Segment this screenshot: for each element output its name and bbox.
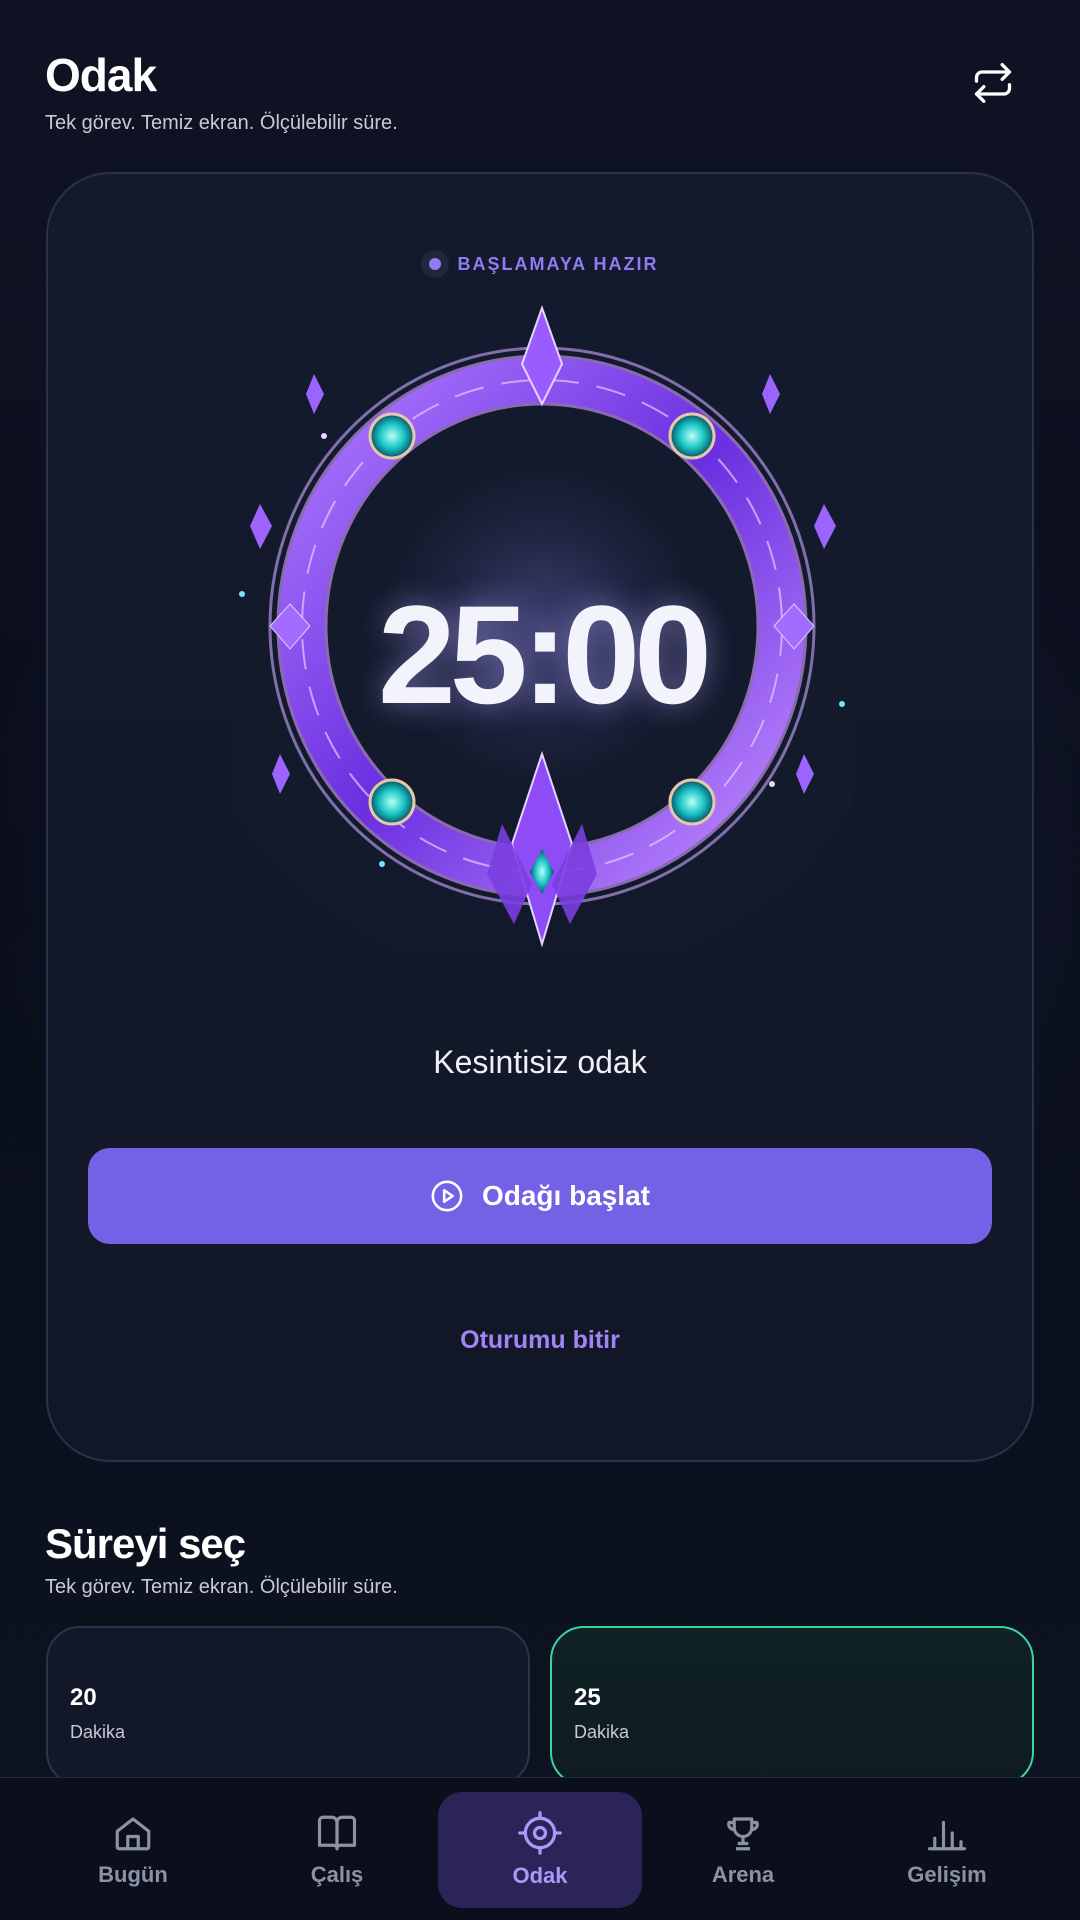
play-circle-icon [431,1180,463,1212]
status-dot-icon [421,250,450,278]
mode-label: Kesintisiz odak [433,1044,647,1080]
nav-label: Odak [512,1863,568,1888]
nav-item-gelisim[interactable]: Gelişim [872,1778,1022,1920]
timer-display: 25:00 [377,576,712,733]
bar-chart-icon [927,1820,967,1850]
status-text: BAŞLAMAYA HAZIR [457,253,659,274]
page-title: Odak [45,49,157,101]
nav-label: Arena [711,1861,775,1887]
section-subtitle: Tek görev. Temiz ekran. Ölçülebilir süre… [45,1576,398,1598]
nav-item-arena[interactable]: Arena [668,1778,818,1920]
end-session-link[interactable]: Oturumu bitir [48,1326,1032,1355]
start-focus-label: Odağı başlat [481,1180,651,1211]
nav-label: Gelişim [907,1861,987,1887]
book-icon [317,1815,357,1850]
duration-unit: Dakika [70,1722,126,1742]
home-icon [115,1816,151,1850]
duration-section: Süreyi seç Tek görev. Temiz ekran. Ölçül… [45,1520,398,1599]
duration-unit: Dakika [574,1722,630,1742]
nav-label: Bugün [98,1861,168,1887]
bottom-nav: Bugün Çalış Odak Arena Gelişim [0,1777,1080,1920]
nav-item-odak[interactable]: Odak [438,1792,642,1908]
section-title: Süreyi seç [45,1520,246,1567]
duration-option-20[interactable]: 20 Dakika [46,1626,530,1786]
status-indicator: BAŞLAMAYA HAZIR [48,250,1032,278]
duration-value: 20 [70,1684,97,1711]
crystal-ring: 25:00 [182,264,902,984]
nav-item-bugun[interactable]: Bugün [58,1778,208,1920]
swap-button[interactable] [968,58,1018,108]
trophy-icon [727,1816,759,1850]
swap-arrows-icon [974,63,1012,103]
nav-label: Çalış [310,1861,364,1887]
page-subtitle: Tek görev. Temiz ekran. Ölçülebilir süre… [45,112,398,134]
focus-card: BAŞLAMAYA HAZIR 25:00 Kesintisiz odak Od… [46,172,1034,1462]
start-focus-button[interactable]: Odağı başlat [88,1148,992,1244]
nav-item-calis[interactable]: Çalış [262,1778,412,1920]
duration-option-25[interactable]: 25 Dakika [550,1626,1034,1786]
duration-value: 25 [574,1684,601,1711]
page-header: Odak Tek görev. Temiz ekran. Ölçülebilir… [45,48,398,135]
target-icon [518,1811,562,1855]
